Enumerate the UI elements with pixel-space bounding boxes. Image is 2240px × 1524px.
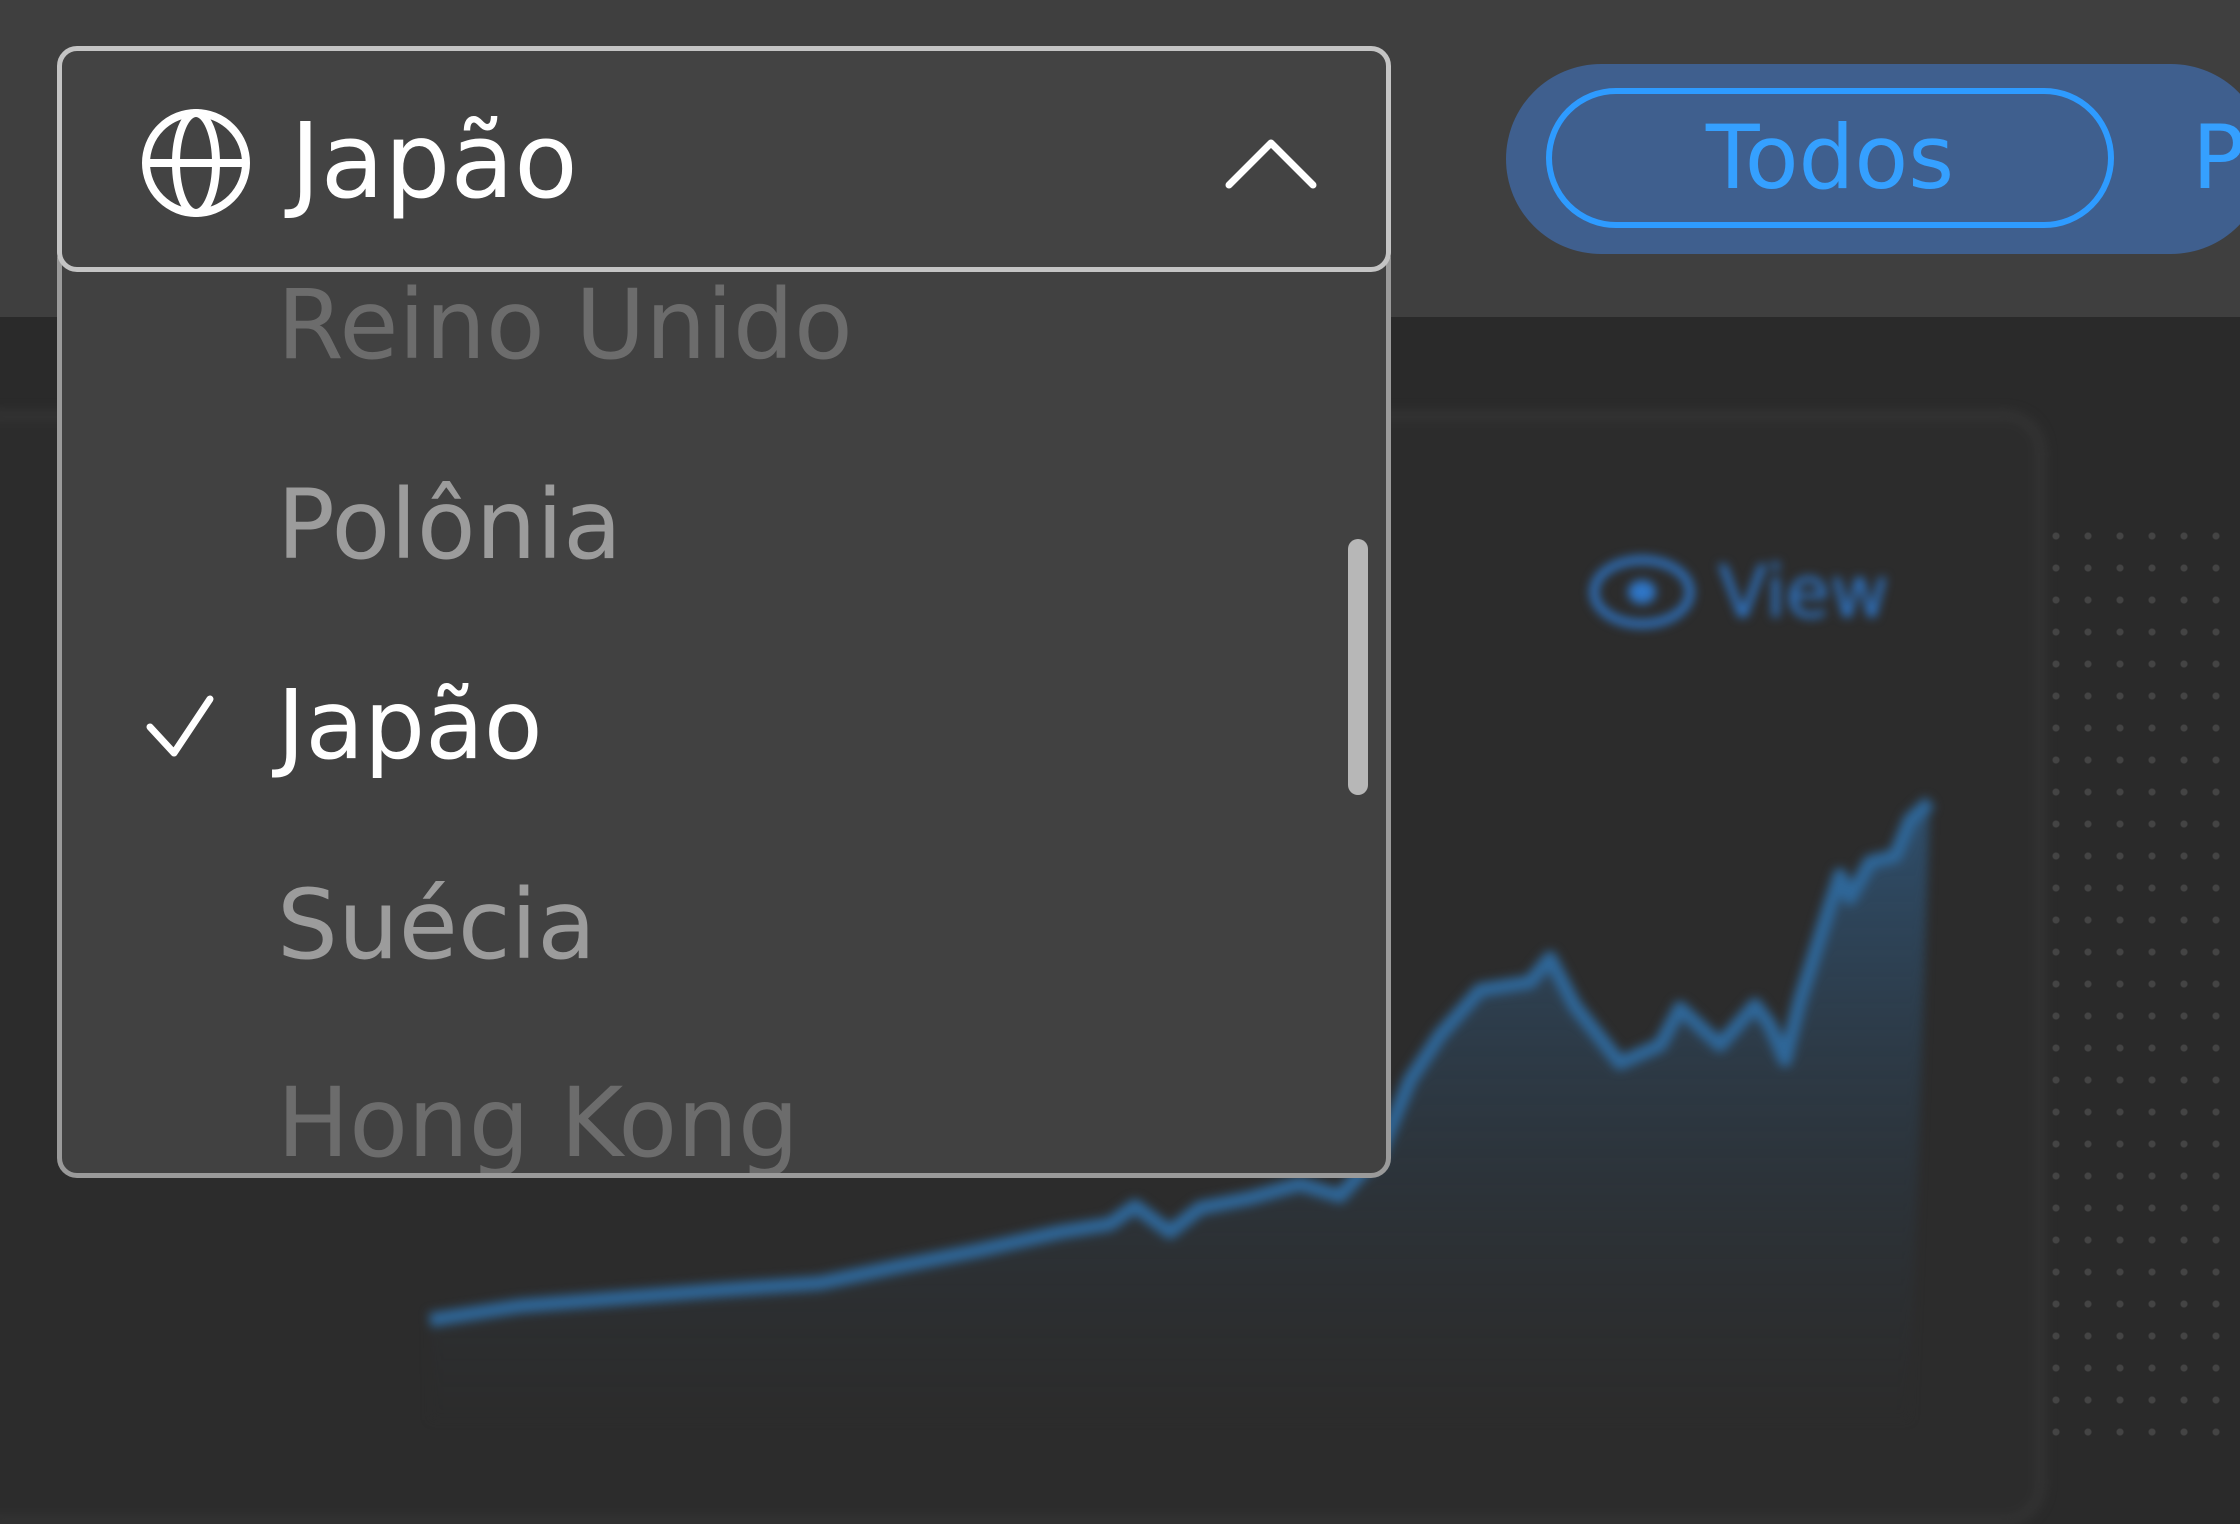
- dropdown-option[interactable]: Reino Unido: [62, 265, 1386, 385]
- option-label: Japão: [277, 669, 543, 781]
- select-value: Japão: [290, 100, 578, 222]
- option-label: Reino Unido: [277, 269, 853, 381]
- country-dropdown-menu: Reino Unido Polônia Japão Suécia Hong Ko…: [57, 240, 1391, 1178]
- option-label: Suécia: [277, 869, 597, 981]
- country-select[interactable]: Japão: [57, 46, 1391, 272]
- checkmark-icon: [146, 695, 214, 757]
- chevron-up-icon[interactable]: [1225, 135, 1317, 191]
- dropdown-scrollbar[interactable]: [1348, 539, 1368, 795]
- option-label: Polônia: [277, 469, 622, 581]
- option-label: Hong Kong: [277, 1067, 799, 1178]
- dropdown-option[interactable]: Hong Kong: [62, 1063, 1386, 1178]
- globe-icon: [142, 109, 250, 217]
- dropdown-option-selected[interactable]: Japão: [62, 665, 1386, 785]
- dropdown-option[interactable]: Polônia: [62, 465, 1386, 585]
- dropdown-option[interactable]: Suécia: [62, 865, 1386, 985]
